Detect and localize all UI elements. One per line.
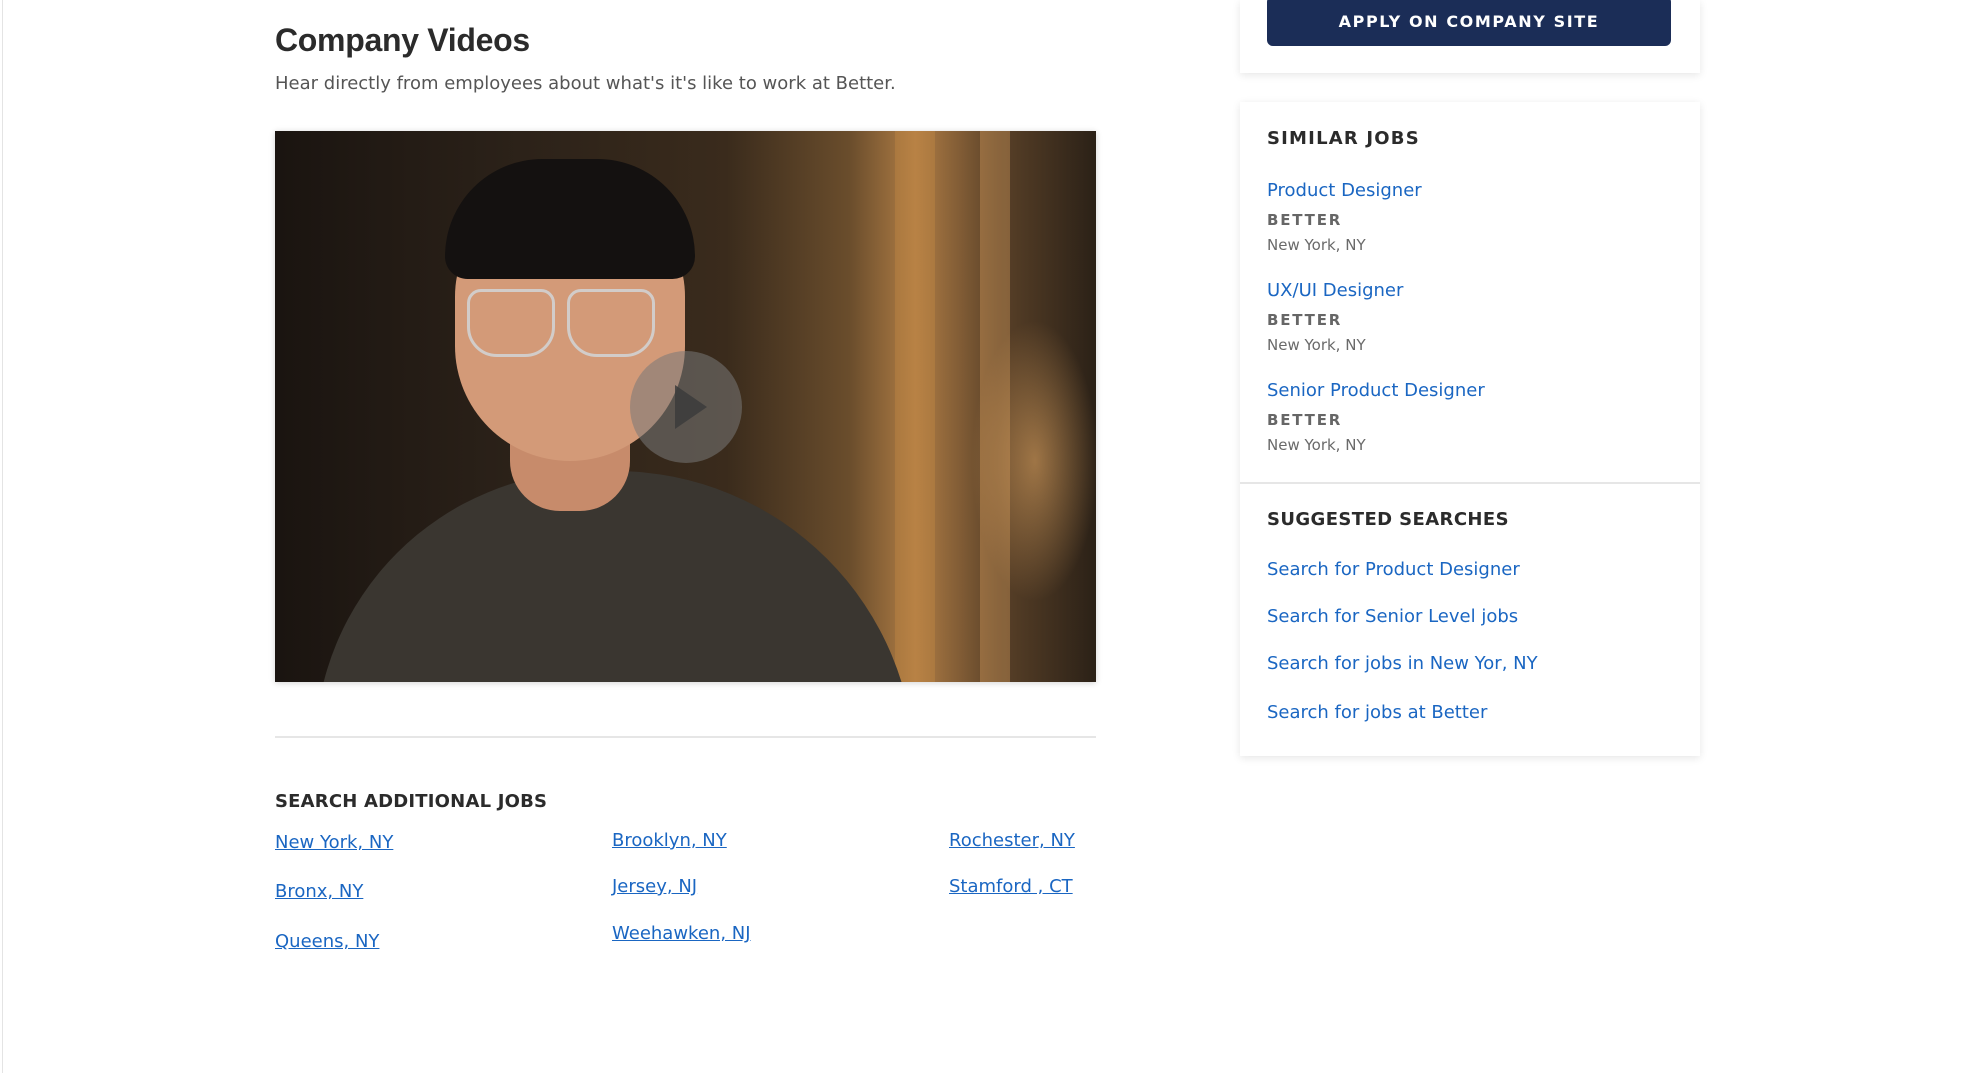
similar-job-company: BETTER [1267, 411, 1343, 429]
suggested-searches-title: SUGGESTED SEARCHES [1267, 509, 1509, 530]
apply-card: APPLY ON COMPANY SITE [1240, 0, 1700, 73]
location-link-new-york[interactable]: New York, NY [275, 832, 393, 853]
location-link-brooklyn[interactable]: Brooklyn, NY [612, 830, 727, 851]
search-additional-jobs-title: SEARCH ADDITIONAL JOBS [275, 791, 548, 812]
location-link-weehawken[interactable]: Weehawken, NJ [612, 923, 751, 944]
video-background-pillar [980, 131, 1010, 682]
play-icon [675, 385, 707, 429]
similar-job-title[interactable]: UX/UI Designer [1267, 280, 1403, 301]
apply-on-company-site-button[interactable]: APPLY ON COMPANY SITE [1267, 0, 1671, 46]
company-video-player[interactable] [275, 131, 1096, 682]
section-divider [275, 736, 1096, 738]
location-link-stamford[interactable]: Stamford , CT [949, 876, 1073, 897]
suggested-search-link[interactable]: Search for jobs in New Yor, NY [1267, 653, 1538, 674]
card-divider [1240, 482, 1700, 484]
similar-job-location: New York, NY [1267, 436, 1366, 454]
company-videos-title: Company Videos [275, 22, 530, 58]
similar-jobs-title: SIMILAR JOBS [1267, 128, 1420, 149]
suggested-search-link[interactable]: Search for Senior Level jobs [1267, 606, 1518, 627]
location-link-rochester[interactable]: Rochester, NY [949, 830, 1075, 851]
video-person-glasses [567, 289, 655, 357]
location-link-queens[interactable]: Queens, NY [275, 931, 379, 952]
suggested-search-link[interactable]: Search for jobs at Better [1267, 702, 1487, 723]
suggested-search-link[interactable]: Search for Product Designer [1267, 559, 1520, 580]
play-button[interactable] [630, 351, 742, 463]
similar-job-title[interactable]: Senior Product Designer [1267, 380, 1485, 401]
similar-job-location: New York, NY [1267, 336, 1366, 354]
company-videos-subtitle: Hear directly from employees about what'… [275, 73, 896, 94]
video-person-glasses [467, 289, 555, 357]
location-link-bronx[interactable]: Bronx, NY [275, 881, 363, 902]
similar-jobs-card: SIMILAR JOBS Product Designer BETTER New… [1240, 102, 1700, 756]
similar-job-title[interactable]: Product Designer [1267, 180, 1422, 201]
location-link-jersey[interactable]: Jersey, NJ [612, 876, 697, 897]
similar-job-location: New York, NY [1267, 236, 1366, 254]
video-person-shirt [315, 471, 915, 682]
similar-job-company: BETTER [1267, 311, 1343, 329]
video-person-hair [445, 159, 695, 279]
video-background-pillar [895, 131, 935, 682]
page-left-border [2, 0, 3, 1073]
similar-job-company: BETTER [1267, 211, 1343, 229]
